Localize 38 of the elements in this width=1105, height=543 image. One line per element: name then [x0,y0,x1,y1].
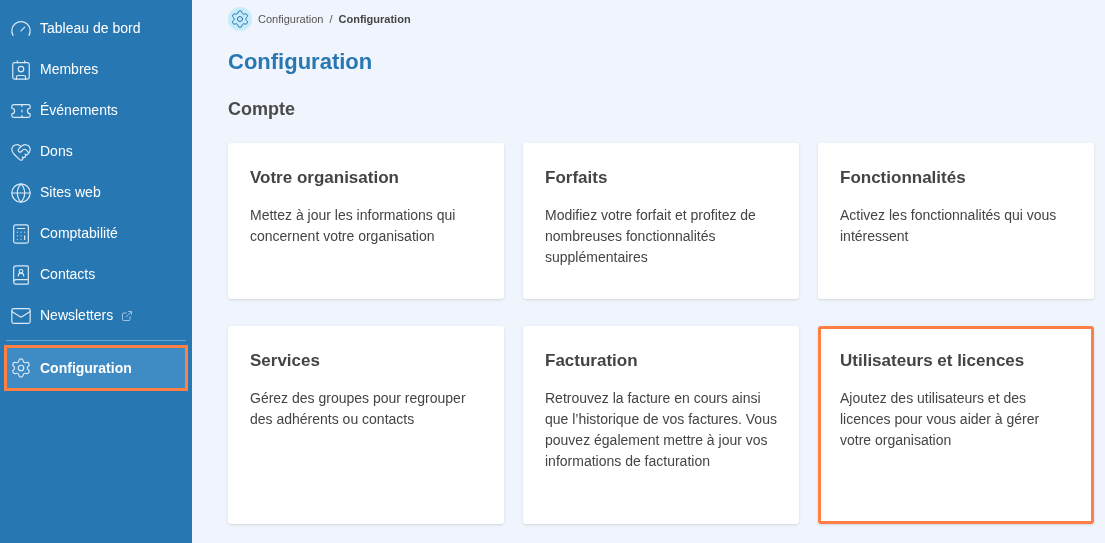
settings-card[interactable]: Votre organisation Mettez à jour les informations qui concernent votre organisation [228,143,504,299]
breadcrumb-separator: / [329,11,333,27]
breadcrumb-icon [228,7,252,31]
sidebar-item[interactable]: Dons [4,131,188,172]
sidebar-item[interactable]: Membres [4,49,188,90]
settings-card[interactable]: Facturation Retrouvez la facture en cours ainsi que l’historique de vos factures. Vous pouvez également mettre à jour vos informations de facturation [523,326,799,524]
card-title: Fonctionnalités [840,167,967,189]
settings-card[interactable]: Utilisateurs et licences Ajoutez des utilisateurs et des licences pour vous aider à gérer votre organisation [818,326,1094,524]
settings-card[interactable]: Forfaits Modifiez votre forfait et profitez de nombreuses fonctionnalités supplémentaires [523,143,799,299]
sidebar-item[interactable]: Sites web [4,172,188,213]
sidebar-item[interactable]: Newsletters [4,295,188,336]
page-title: Configuration [228,48,374,76]
card-title: Votre organisation [250,167,400,189]
card-description: Ajoutez des utilisateurs et des licences pour vous aider à gérer votre organisation [840,388,1041,450]
section-title: Compte [228,98,296,121]
card-description: Modifiez votre forfait et profitez de nombreuses fonctionnalités supplémentaires [545,205,757,267]
sidebar-item[interactable]: Contacts [4,254,188,295]
breadcrumb-link[interactable]: Configuration [258,10,324,28]
calculator-icon [10,222,32,245]
address-book-icon [10,263,32,286]
card-description: Activez les fonctionnalités qui vous intéressent [840,205,1058,246]
globe-icon [10,181,32,204]
card-title: Utilisateurs et licences [840,350,1026,372]
sidebar-item[interactable]: Tableau de bord [4,8,188,49]
settings-card[interactable]: Fonctionnalités Activez les fonctionnalités qui vous intéressent [818,143,1094,299]
card-description: Gérez des groupes pour regrouper des adhérents ou contacts [250,388,467,429]
badge-icon [10,58,32,81]
external-link-icon [121,309,134,322]
settings-icon [10,357,32,379]
sidebar-item[interactable]: Comptabilité [4,213,188,254]
card-title: Forfaits [545,167,609,189]
card-description: Retrouvez la facture en cours ainsi que l’historique de vos factures. Vous pouvez également mettre à jour vos informations de facturation [545,388,777,471]
sidebar-item[interactable]: Configuration [4,345,188,391]
sidebar-item[interactable]: Événements [4,90,188,131]
card-description: Mettez à jour les informations qui concernent votre organisation [250,205,457,246]
card-title: Facturation [545,350,639,372]
settings-card[interactable]: Services Gérez des groupes pour regrouper des adhérents ou contacts [228,326,504,524]
card-title: Services [250,350,321,372]
